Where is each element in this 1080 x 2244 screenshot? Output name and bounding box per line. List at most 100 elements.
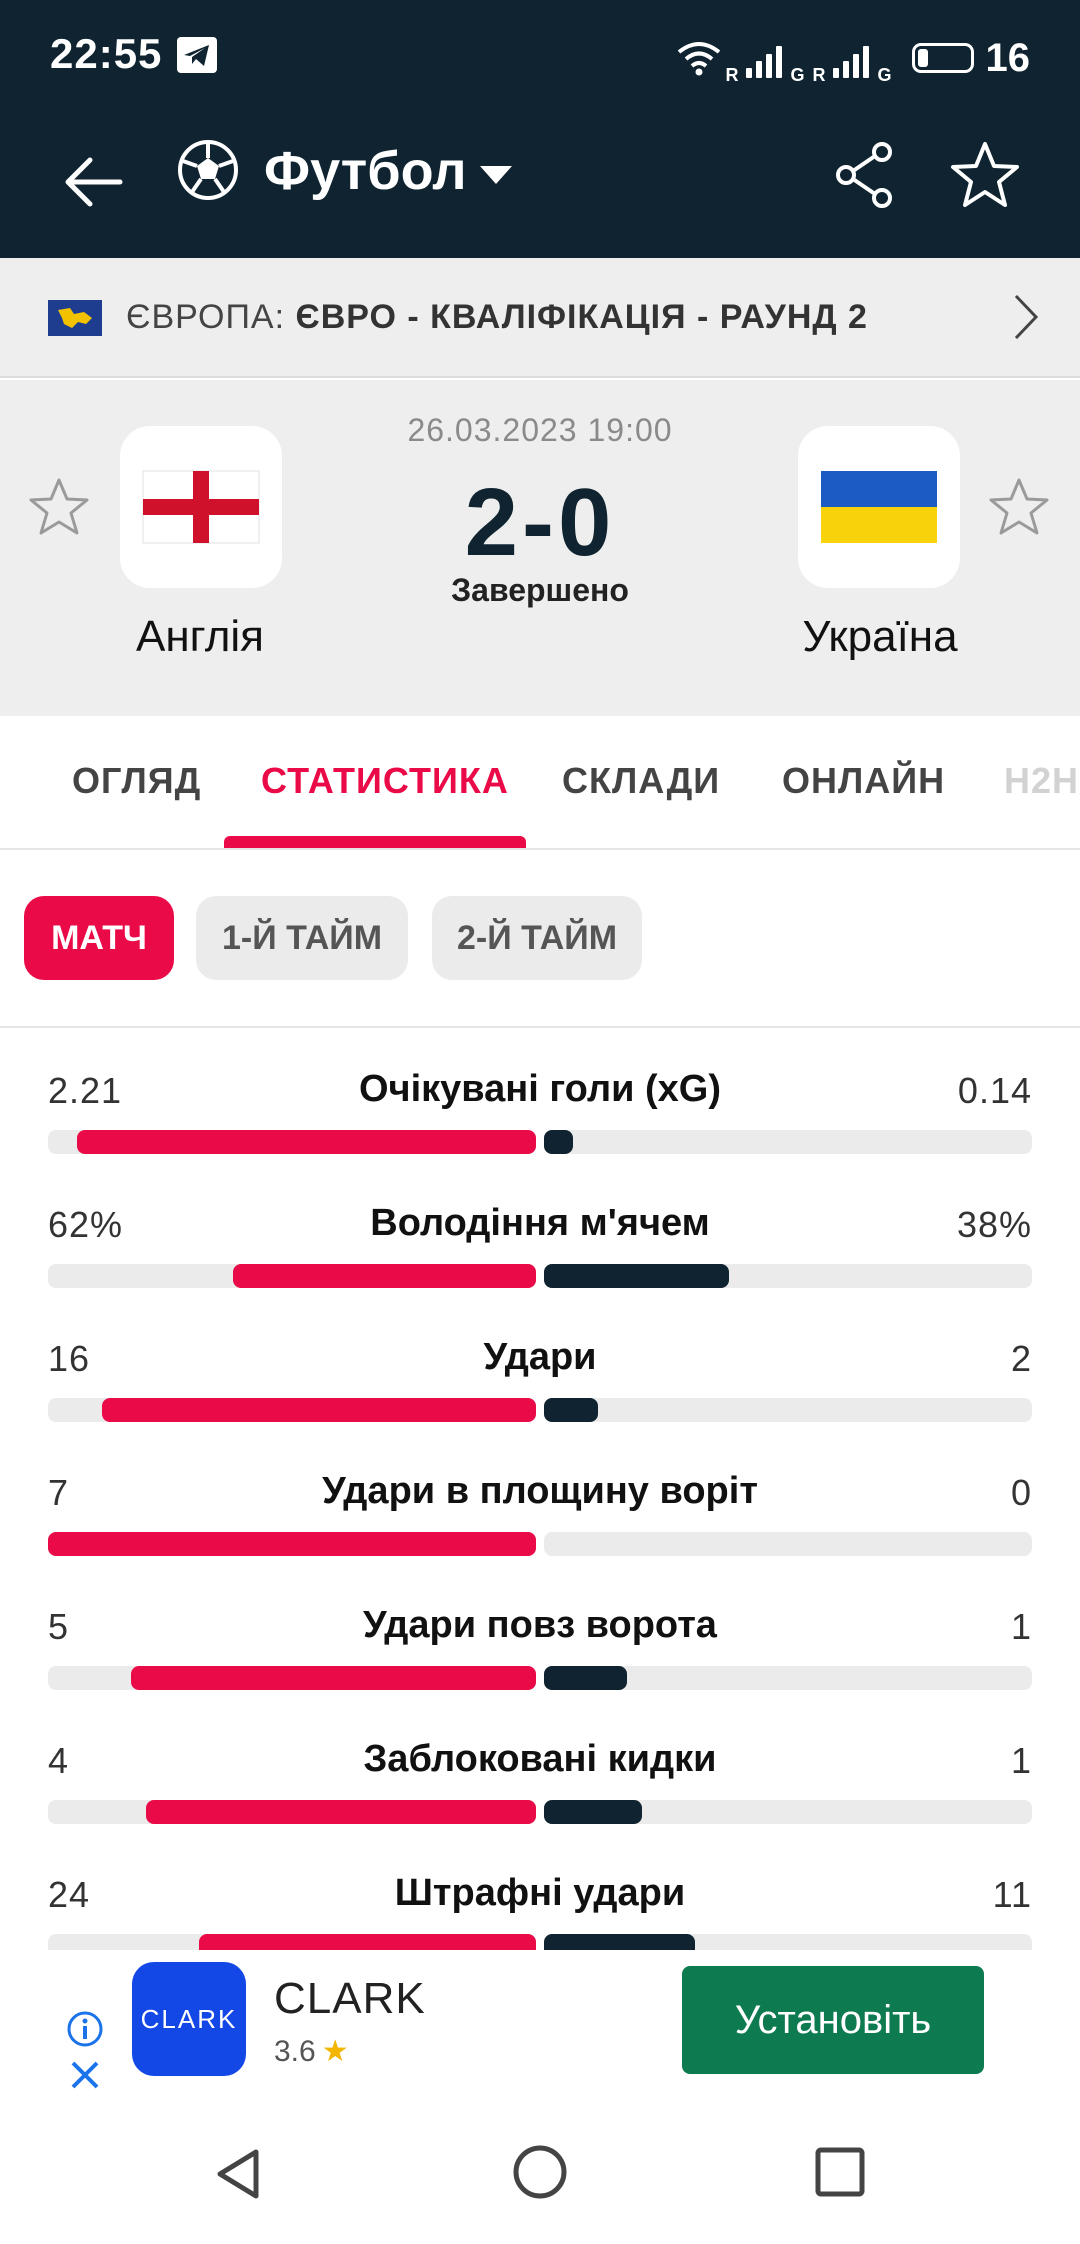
stat-row: 24 Штрафні удари 11 (0, 1834, 1080, 1950)
back-arrow-icon[interactable] (58, 146, 130, 218)
soccer-ball-icon[interactable] (176, 138, 240, 202)
stat-row: 16 Удари 2 (0, 1298, 1080, 1432)
stat-home-bar-track (48, 1666, 536, 1690)
chevron-right-icon[interactable] (1012, 292, 1040, 342)
stat-home-value: 4 (48, 1740, 70, 1781)
stat-row: 7 Удари в площину воріт 0 (0, 1432, 1080, 1566)
stat-away-value: 0 (1010, 1472, 1032, 1513)
away-team-name[interactable]: Україна (750, 612, 1010, 662)
stat-label: Удари повз ворота (363, 1604, 717, 1646)
wifi-icon (678, 42, 721, 76)
stat-home-value: 2.21 (48, 1070, 123, 1111)
stat-away-bar-track (544, 1666, 1032, 1690)
tab-overview[interactable]: ОГЛЯД (72, 760, 201, 802)
signal-1-icon (746, 38, 786, 78)
stat-away-bar-track (544, 1934, 1032, 1950)
tab-live[interactable]: ОНЛАЙН (782, 760, 945, 802)
status-bar: 22:55 R G R G 16 (0, 0, 1080, 112)
signal-2-icon (833, 38, 873, 78)
england-flag-icon (142, 470, 260, 544)
stat-away-bar (544, 1264, 729, 1288)
ad-rating: 3.6 ★ (274, 2034, 349, 2069)
home-team-name[interactable]: Англія (70, 612, 330, 662)
stat-home-bar (233, 1264, 536, 1288)
europe-flag-icon (48, 300, 102, 336)
share-icon[interactable] (832, 140, 898, 210)
competition-bar[interactable]: ЄВРОПА: ЄВРО - КВАЛІФІКАЦІЯ - РАУНД 2 (0, 258, 1080, 378)
status-indicators: R G R G 16 (677, 30, 1030, 86)
stat-label: Удари (483, 1336, 597, 1378)
stat-home-bar-track (48, 1130, 536, 1154)
nav-recent-apps-icon[interactable] (814, 2146, 866, 2198)
stat-row: 2.21 Очікувані голи (xG) 0.14 (0, 1030, 1080, 1164)
stat-away-bar-track (544, 1130, 1032, 1154)
period-filters: МАТЧ 1-Й ТАЙМ 2-Й ТАЙМ (0, 852, 1080, 1028)
stat-away-value: 1 (1010, 1606, 1032, 1647)
stat-home-bar (146, 1800, 536, 1824)
stat-label: Очікувані голи (xG) (358, 1068, 722, 1110)
stat-away-bar-track (544, 1398, 1032, 1422)
stat-away-value: 2 (1010, 1338, 1032, 1379)
stat-row: 4 Заблоковані кидки 1 (0, 1700, 1080, 1834)
stat-home-bar (102, 1398, 536, 1422)
stat-label: Володіння м'ячем (370, 1202, 710, 1244)
tab-lineups[interactable]: СКЛАДИ (562, 760, 720, 802)
ad-app-name[interactable]: CLARK (274, 1974, 426, 2024)
competition-name: ЄВРО - КВАЛІФІКАЦІЯ - РАУНД 2 (295, 298, 868, 336)
home-team-logo[interactable] (120, 426, 282, 588)
competition-title: ЄВРОПА: ЄВРО - КВАЛІФІКАЦІЯ - РАУНД 2 (126, 298, 868, 337)
signal-1-roaming: R (725, 65, 739, 85)
system-navigation-bar (0, 2100, 1080, 2244)
tab-h2h[interactable]: H2H (1004, 760, 1079, 802)
stat-away-bar (544, 1130, 573, 1154)
stat-home-bar-track (48, 1398, 536, 1422)
competition-region: ЄВРОПА: (126, 298, 296, 336)
stat-away-value: 38% (956, 1204, 1032, 1245)
match-date: 26.03.2023 19:00 (407, 412, 673, 448)
stat-away-bar-track (544, 1264, 1032, 1288)
ad-banner[interactable]: CLARK CLARK 3.6 ★ Установіть (0, 1950, 1080, 2100)
close-icon[interactable] (68, 2058, 102, 2092)
stat-home-bar (199, 1934, 536, 1950)
info-icon[interactable] (66, 2010, 104, 2048)
sport-selector[interactable]: Футбол (264, 140, 467, 202)
stat-away-bar (544, 1666, 627, 1690)
active-tab-indicator (224, 836, 526, 848)
away-team-logo[interactable] (798, 426, 960, 588)
stat-row: 5 Удари повз ворота 1 (0, 1566, 1080, 1700)
app-screen: 22:55 R G R G 16 Футбол ЄВРОПА: ЄВРО - К… (0, 0, 1080, 2244)
stat-away-bar (544, 1934, 695, 1950)
away-favorite-star-icon[interactable] (988, 476, 1050, 538)
star-outline-icon[interactable] (950, 140, 1020, 210)
ad-install-button[interactable]: Установіть (682, 1966, 984, 2074)
stat-home-bar (131, 1666, 536, 1690)
nav-home-icon[interactable] (512, 2144, 568, 2200)
nav-back-icon[interactable] (212, 2146, 264, 2202)
period-first-half-button[interactable]: 1-Й ТАЙМ (196, 896, 408, 980)
ad-app-logo[interactable]: CLARK (132, 1962, 246, 2076)
stat-home-bar (77, 1130, 536, 1154)
stat-away-value: 11 (992, 1874, 1032, 1915)
signal-2-roaming: R (812, 65, 826, 85)
stat-home-bar-track (48, 1532, 536, 1556)
period-match-button[interactable]: МАТЧ (24, 896, 174, 980)
stat-row: 62% Володіння м'ячем 38% (0, 1164, 1080, 1298)
home-favorite-star-icon[interactable] (28, 476, 90, 538)
chevron-down-icon[interactable] (478, 164, 514, 186)
ad-rating-value: 3.6 (274, 2035, 316, 2068)
app-header: 22:55 R G R G 16 Футбол (0, 0, 1080, 258)
stat-label: Удари в площину воріт (322, 1470, 758, 1512)
status-time: 22:55 (50, 30, 163, 77)
stat-away-bar-track (544, 1532, 1032, 1556)
tab-statistics[interactable]: СТАТИСТИКА (261, 760, 509, 802)
telegram-icon (177, 37, 217, 73)
stat-home-bar-track (48, 1800, 536, 1824)
statistics-list: 2.21 Очікувані голи (xG) 0.14 62% Володіння … (0, 1030, 1080, 1950)
match-status: Завершено (451, 572, 629, 608)
period-second-half-button[interactable]: 2-Й ТАЙМ (432, 896, 642, 980)
stat-label: Заблоковані кидки (363, 1738, 717, 1780)
stat-away-bar (544, 1398, 598, 1422)
match-header: Англія 26.03.2023 19:00 2-0 Завершено Ук… (0, 380, 1080, 716)
stat-home-bar-track (48, 1264, 536, 1288)
signal-2-network: G (877, 65, 892, 85)
